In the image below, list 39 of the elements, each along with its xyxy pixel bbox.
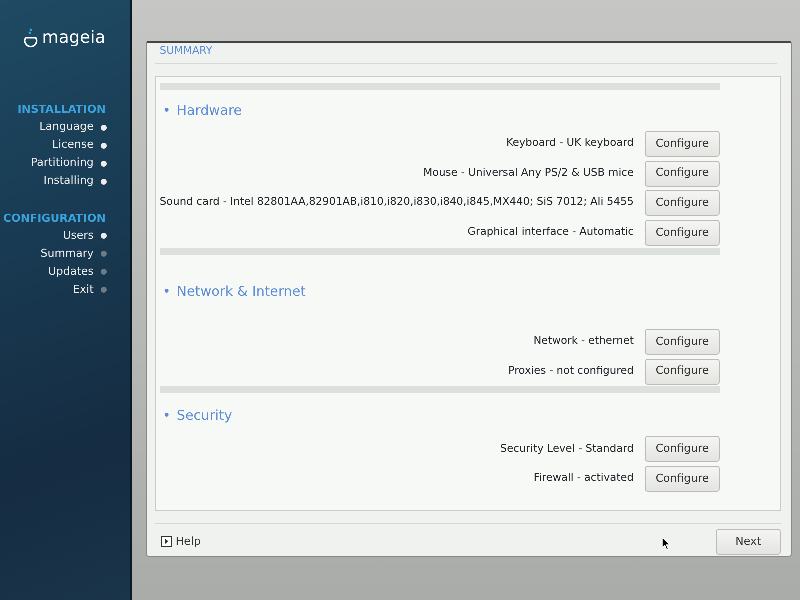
step-label: Updates <box>48 264 94 280</box>
configure-button[interactable]: Configure <box>645 160 720 187</box>
step-label: Language <box>40 119 94 136</box>
logo-text: mageia <box>42 27 106 50</box>
setting-label: Firewall - activated <box>534 471 634 486</box>
configure-button[interactable]: Configure <box>645 130 720 157</box>
configure-button[interactable]: Configure <box>645 328 720 355</box>
section-heading: Network & Internet <box>176 282 306 302</box>
help-button[interactable]: Help <box>160 534 201 550</box>
next-button[interactable]: Next <box>716 528 781 555</box>
setting-label: Keyboard - UK keyboard <box>506 136 634 151</box>
setting-label: Proxies - not configured <box>508 364 634 379</box>
configure-button[interactable]: Configure <box>645 466 720 492</box>
configure-button[interactable]: Configure <box>645 358 720 385</box>
setting-label: Security Level - Standard <box>500 442 634 457</box>
cursor-icon <box>662 537 671 551</box>
bullet: • <box>162 102 171 121</box>
step-label: Summary <box>40 246 94 262</box>
step-group-title: CONFIGURATION <box>2 210 107 226</box>
bullet: • <box>162 282 171 302</box>
configure-button[interactable]: Configure <box>645 220 720 246</box>
setting-label: Graphical interface - Automatic <box>468 224 634 240</box>
logo-icon <box>24 28 38 50</box>
setting-label: Mouse - Universal Any PS/2 & USB mice <box>423 166 634 181</box>
step-label: Users <box>63 228 94 244</box>
setting-label: Sound card - Intel 82801AA,82901AB,i810,i820,i830,i840,i845,MX440; SiS 7012; Ali 5455 <box>160 195 634 210</box>
section-heading: Security <box>176 407 232 426</box>
configure-button[interactable]: Configure <box>645 190 720 216</box>
expander-icon <box>160 536 172 548</box>
configure-button[interactable]: Configure <box>645 436 720 462</box>
step-label: Partitioning <box>31 155 94 172</box>
bullet: • <box>162 407 171 426</box>
step-label: Installing <box>44 173 94 190</box>
dialog-title: SUMMARY <box>154 43 777 64</box>
setting-label: Network - ethernet <box>534 334 634 349</box>
step-group-title: INSTALLATION <box>16 102 107 118</box>
step-label: Exit <box>73 282 94 298</box>
section-heading: Hardware <box>176 102 242 121</box>
step-label: License <box>52 137 94 154</box>
